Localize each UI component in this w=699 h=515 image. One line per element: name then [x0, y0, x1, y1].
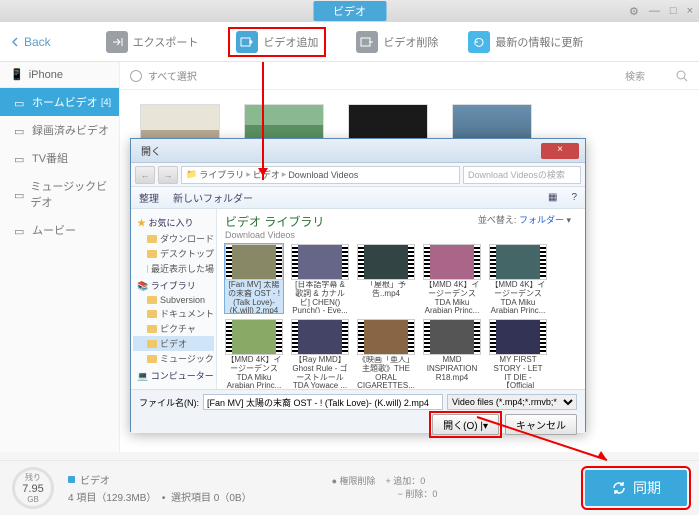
phone-icon: 📱: [10, 68, 24, 81]
music-icon: ▭: [14, 189, 24, 199]
file-item[interactable]: 【MMD 4K】イージーデンス TDA Miku Arabian Princ..…: [225, 319, 283, 388]
delete-video-label: ビデオ削除: [383, 34, 438, 50]
search-label: 検索: [625, 68, 645, 83]
file-item[interactable]: 【Ray MMD】Ghost Rule - ゴーストルール TDA Yowace…: [291, 319, 349, 388]
toolbar: Back エクスポート ビデオ追加 ビデオ削除 最新の情報に更新: [0, 22, 699, 62]
dialog-file-area: ビデオ ライブラリ Download Videos 並べ替え: フォルダー ▾ …: [217, 209, 585, 389]
dialog-search-input[interactable]: Download Videosの検索: [463, 166, 581, 184]
file-item[interactable]: [Fan MV] 太陽の末裔 OST - ! (Talk Love)-(K.wi…: [225, 244, 283, 313]
change-info: ● 権限削除 + 追加：0 − 削除：0: [332, 475, 438, 500]
movie-icon: ▭: [14, 225, 26, 235]
file-item[interactable]: MY FIRST STORY - LET IT DIE -【Official V…: [489, 319, 547, 388]
sync-button[interactable]: 同期: [585, 470, 687, 506]
select-all-checkbox[interactable]: [130, 70, 142, 82]
refresh-label: 最新の情報に更新: [495, 34, 583, 50]
add-video-label: ビデオ追加: [263, 34, 318, 50]
folder-icon: 📁: [186, 169, 197, 180]
storage-gauge: 残り 7.95 GB: [12, 467, 54, 509]
dialog-close-button[interactable]: ×: [541, 143, 579, 159]
view-icon[interactable]: ▦: [548, 192, 557, 203]
cancel-button[interactable]: キャンセル: [505, 414, 577, 435]
titlebar: ビデオ ⚙ — □ ×: [0, 0, 699, 22]
sort-control[interactable]: 並べ替え: フォルダー ▾: [478, 213, 571, 226]
add-video-icon: [236, 31, 258, 53]
count-badge: [4]: [101, 97, 111, 107]
file-item[interactable]: 《映画「亜人」主題歌》THE ORAL CIGARETTES...: [357, 319, 415, 388]
minimize-icon[interactable]: —: [649, 5, 660, 18]
organize-button[interactable]: 整理: [139, 190, 159, 205]
bottom-info: ビデオ 4 項目（129.3MB） • 選択項目 0（0B）: [68, 472, 252, 504]
sb-recent[interactable]: 最近表示した場: [133, 261, 214, 276]
sidebar: 📱 iPhone ▭ ホームビデオ [4] ▭録画済みビデオ ▭TV番組 ▭ミュ…: [0, 62, 120, 452]
refresh-icon: [468, 31, 490, 53]
tv-icon: ▭: [14, 153, 26, 163]
export-label: エクスポート: [133, 34, 199, 50]
chevron-left-icon: [10, 37, 20, 47]
settings-icon[interactable]: ⚙: [629, 5, 639, 18]
help-icon[interactable]: ?: [571, 192, 577, 203]
sb-desktop[interactable]: デスクトップ: [133, 246, 214, 261]
sidebar-item-music-video[interactable]: ▭ミュージックビデオ: [0, 172, 119, 216]
library-subtitle: Download Videos: [225, 230, 577, 240]
close-icon[interactable]: ×: [687, 5, 693, 18]
video-indicator-icon: [68, 476, 75, 483]
sb-documents[interactable]: ドキュメント: [133, 306, 214, 321]
window-controls: ⚙ — □ ×: [629, 5, 693, 18]
filename-label: ファイル名(N):: [139, 396, 199, 409]
sb-music[interactable]: ミュージック: [133, 351, 214, 366]
camera-icon: ▭: [14, 125, 26, 135]
back-label: Back: [24, 35, 51, 49]
sb-pictures[interactable]: ピクチャ: [133, 321, 214, 336]
file-item[interactable]: 【MMD 4K】イージーデンス TDA Miku Arabian Princ..…: [423, 244, 481, 313]
file-item[interactable]: 【MMD 4K】イージーデンス TDA Miku Arabian Princ..…: [489, 244, 547, 313]
export-button[interactable]: エクスポート: [106, 27, 199, 57]
select-all-label: すべて選択: [148, 68, 197, 83]
sync-icon: [611, 480, 627, 496]
sb-video[interactable]: ビデオ: [133, 336, 214, 351]
back-button[interactable]: Back: [10, 35, 51, 49]
filetype-select[interactable]: Video files (*.mp4;*.rmvb;*: [447, 394, 577, 410]
file-item[interactable]: [日本語字幕 & 歌詞 & カナルビ] CHEN() Punch() - Eve…: [291, 244, 349, 313]
file-item[interactable]: MMD INSPIRATION R18.mp4: [423, 319, 481, 388]
file-open-dialog: 開く × ← → 📁 ライブラリ▸ ビデオ▸ Download Videos D…: [130, 138, 586, 432]
refresh-button[interactable]: 最新の情報に更新: [468, 27, 583, 57]
search-icon[interactable]: [675, 69, 689, 83]
delete-video-button[interactable]: ビデオ削除: [356, 27, 438, 57]
sidebar-item-movie[interactable]: ▭ムービー: [0, 216, 119, 244]
titlebar-title: ビデオ: [313, 1, 386, 21]
sidebar-item-home-video[interactable]: ▭ ホームビデオ [4]: [0, 88, 119, 116]
maximize-icon[interactable]: □: [670, 5, 677, 18]
sidebar-item-recorded[interactable]: ▭録画済みビデオ: [0, 116, 119, 144]
nav-fwd-button[interactable]: →: [158, 166, 178, 184]
dialog-sidebar: ★ お気に入り ダウンロード デスクトップ 最近表示した場 📚 ライブラリ Su…: [131, 209, 217, 389]
video-icon: ▭: [14, 97, 26, 107]
open-button[interactable]: 開く(O) |▾: [432, 414, 499, 435]
filename-input[interactable]: [203, 394, 443, 410]
dialog-title: 開く: [137, 143, 541, 158]
export-icon: [106, 31, 128, 53]
nav-back-button[interactable]: ←: [135, 166, 155, 184]
sidebar-device[interactable]: 📱 iPhone: [0, 62, 119, 88]
address-bar[interactable]: 📁 ライブラリ▸ ビデオ▸ Download Videos: [181, 166, 460, 184]
file-item[interactable]: 「屋根」予告..mp4: [357, 244, 415, 313]
bottom-bar: 残り 7.95 GB ビデオ 4 項目（129.3MB） • 選択項目 0（0B…: [0, 460, 699, 515]
sidebar-item-tv[interactable]: ▭TV番組: [0, 144, 119, 172]
sb-subversion[interactable]: Subversion: [133, 294, 214, 306]
sb-downloads[interactable]: ダウンロード: [133, 231, 214, 246]
add-video-button[interactable]: ビデオ追加: [228, 27, 326, 57]
delete-video-icon: [356, 31, 378, 53]
new-folder-button[interactable]: 新しいフォルダー: [173, 190, 253, 205]
